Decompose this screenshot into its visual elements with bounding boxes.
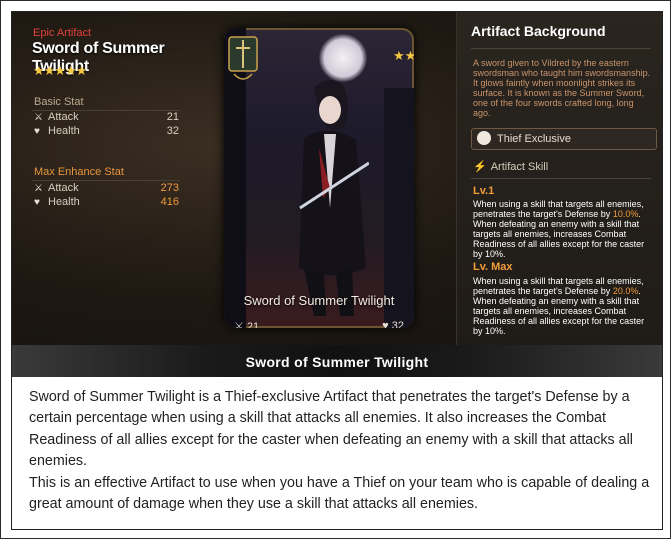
content-box: Epic Artifact Sword of Summer Twilight ★… <box>11 11 663 530</box>
artifact-card-art: ★★★★★ Sword of Summer Twilight ⚔ 21 ♥ 32 <box>224 28 414 328</box>
artifact-screenshot: Epic Artifact Sword of Summer Twilight ★… <box>12 12 662 345</box>
stat-value: 273 <box>160 182 179 194</box>
background-title: Artifact Background <box>471 23 606 39</box>
description: Sword of Summer Twilight is a Thief-excl… <box>29 387 654 515</box>
banner-title: Sword of Summer Twilight <box>245 354 429 370</box>
skill-level-1-label: Lv.1 <box>473 185 495 197</box>
skill-level-max-label: Lv. Max <box>473 261 513 273</box>
card-attack-value: 21 <box>246 321 260 328</box>
heart-icon: ♥ <box>382 320 392 328</box>
artifact-skill-heading: ⚡ Artifact Skill <box>473 160 548 173</box>
tree-art <box>384 88 414 328</box>
page-frame: Epic Artifact Sword of Summer Twilight ★… <box>0 0 671 539</box>
card-star-rating: ★★★★★ <box>393 48 414 63</box>
card-health-value: 32 <box>391 320 404 328</box>
rarity-label: Epic Artifact <box>33 27 92 39</box>
title-banner: Sword of Summer Twilight <box>12 345 662 377</box>
max-stat-health: ♥ Health 416 <box>34 196 179 210</box>
skill-percent: 10.0% <box>612 209 639 219</box>
artifact-emblem-icon <box>228 36 258 80</box>
divider <box>471 178 651 179</box>
description-paragraph: This is an effective Artifact to use whe… <box>29 474 650 513</box>
basic-stat-heading: Basic Stat <box>34 96 84 108</box>
stat-label: Attack <box>48 182 79 194</box>
divider <box>32 180 180 181</box>
thief-class-icon <box>477 131 491 145</box>
skill-level-max-text: When using a skill that targets all enem… <box>473 276 655 336</box>
star-rating: ★★★★★ <box>33 63 87 78</box>
character-art <box>299 79 369 316</box>
sword-icon: ⚔ <box>234 321 247 328</box>
sword-icon: ⚔ <box>34 183 43 194</box>
description-paragraph: Sword of Summer Twilight is a Thief-excl… <box>29 389 633 470</box>
artifact-details-panel: Artifact Background A sword given to Vil… <box>456 12 662 345</box>
stat-label: Health <box>48 125 80 137</box>
card-health: ♥ 32 <box>382 320 404 328</box>
bolt-icon: ⚡ <box>473 161 487 173</box>
class-exclusive-badge: Thief Exclusive <box>471 128 657 150</box>
heart-icon: ♥ <box>34 126 40 137</box>
background-text: A sword given to Vildred by the eastern … <box>473 58 651 118</box>
basic-stat-attack: ⚔ Attack 21 <box>34 111 179 125</box>
stat-value: 32 <box>166 125 179 137</box>
skill-level-1-text: When using a skill that targets all enem… <box>473 199 655 259</box>
card-artifact-name: Sword of Summer Twilight <box>243 293 395 308</box>
artifact-stats-panel: Epic Artifact Sword of Summer Twilight ★… <box>12 12 224 345</box>
skill-percent: 20.0% <box>612 286 639 296</box>
stat-value: 416 <box>160 196 179 208</box>
divider <box>471 48 651 49</box>
max-enhance-stat-heading: Max Enhance Stat <box>34 166 124 178</box>
stat-value: 21 <box>166 111 179 123</box>
stat-label: Health <box>48 196 80 208</box>
card-attack: ⚔ 21 <box>234 320 259 328</box>
sword-icon: ⚔ <box>34 112 43 123</box>
max-stat-attack: ⚔ Attack 273 <box>34 182 179 196</box>
skill-header-label: Artifact Skill <box>490 161 549 173</box>
basic-stat-health: ♥ Health 32 <box>34 125 179 139</box>
stat-label: Attack <box>48 111 79 123</box>
heart-icon: ♥ <box>34 197 40 208</box>
exclusive-label: Thief Exclusive <box>497 133 571 145</box>
